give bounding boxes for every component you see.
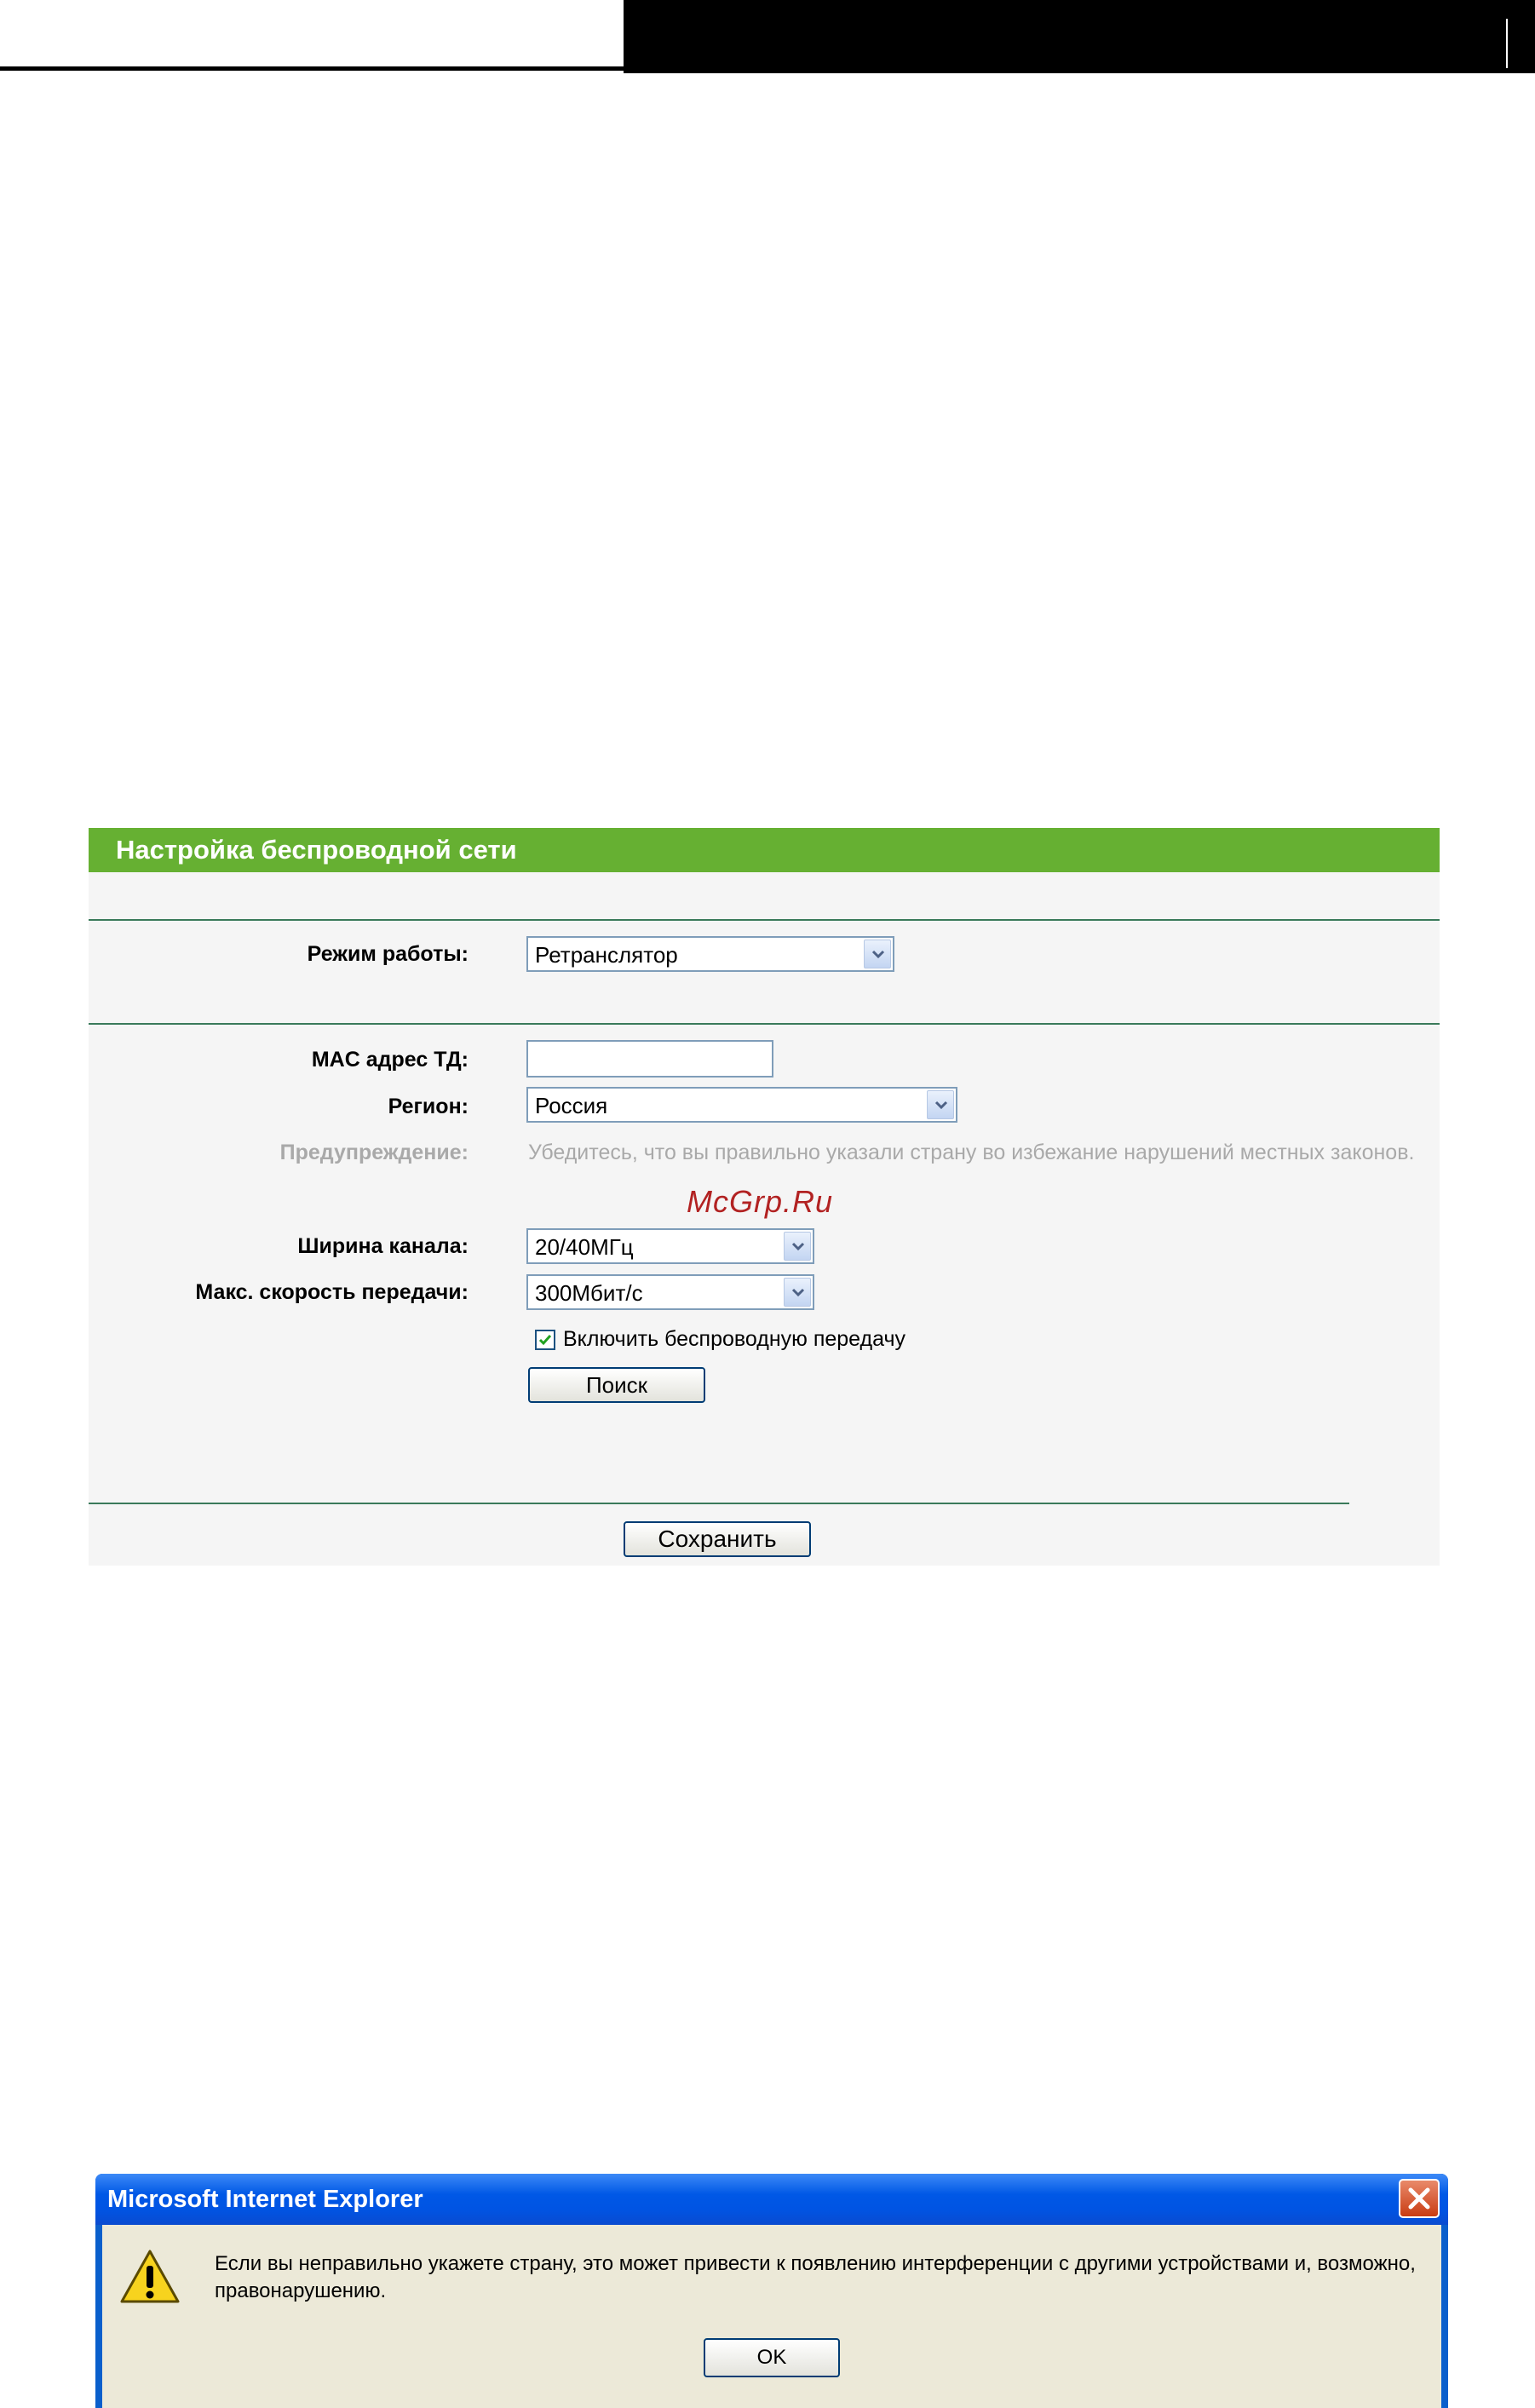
mode-label: Режим работы: (307, 942, 469, 966)
header-marker (1506, 19, 1508, 68)
panel-title: Настройка беспроводной сети (89, 828, 1440, 872)
close-icon (1408, 2187, 1430, 2210)
checkmark-icon (538, 1335, 552, 1346)
warning-text: Убедитесь, что вы правильно указали стра… (528, 1141, 1415, 1164)
max-rate-value: 300Мбит/с (535, 1280, 643, 1306)
header-bar (624, 0, 1535, 73)
chevron-down-icon[interactable] (864, 940, 891, 968)
chevron-down-icon[interactable] (927, 1090, 954, 1119)
region-label: Регион: (388, 1095, 469, 1118)
warning-label: Предупреждение: (279, 1141, 469, 1164)
watermark: McGrp.Ru (687, 1184, 834, 1219)
mode-select-value: Ретранслятор (535, 942, 678, 968)
chevron-down-icon[interactable] (784, 1278, 811, 1307)
region-select[interactable]: Россия (526, 1087, 957, 1123)
chevron-down-icon[interactable] (784, 1232, 811, 1261)
divider-middle (89, 1023, 1440, 1025)
channel-width-label: Ширина канала: (297, 1234, 469, 1258)
dialog-close-button[interactable] (1399, 2179, 1440, 2218)
dialog-message: Если вы неправильно укажете страну, это … (215, 2252, 1416, 2302)
max-rate-label: Макс. скорость передачи: (195, 1280, 469, 1304)
mac-address-input[interactable] (526, 1040, 773, 1078)
mac-label: MAC адрес ТД: (311, 1048, 469, 1072)
dialog-title: Microsoft Internet Explorer (107, 2186, 423, 2213)
save-button[interactable]: Сохранить (624, 1521, 811, 1557)
divider-bottom (89, 1503, 1349, 1504)
region-select-value: Россия (535, 1093, 608, 1118)
channel-width-select[interactable]: 20/40МГц (526, 1228, 814, 1264)
ok-button[interactable]: OK (704, 2338, 840, 2377)
channel-width-value: 20/40МГц (535, 1234, 634, 1260)
divider-top (89, 919, 1440, 921)
max-rate-select[interactable]: 300Мбит/с (526, 1274, 814, 1310)
search-button[interactable]: Поиск (528, 1367, 705, 1403)
enable-wireless-label[interactable]: Включить беспроводную передачу (563, 1327, 905, 1352)
warning-icon (119, 2249, 181, 2309)
mode-select[interactable]: Ретранслятор (526, 936, 894, 972)
header-rule (0, 66, 624, 71)
enable-wireless-checkbox[interactable] (535, 1330, 555, 1350)
